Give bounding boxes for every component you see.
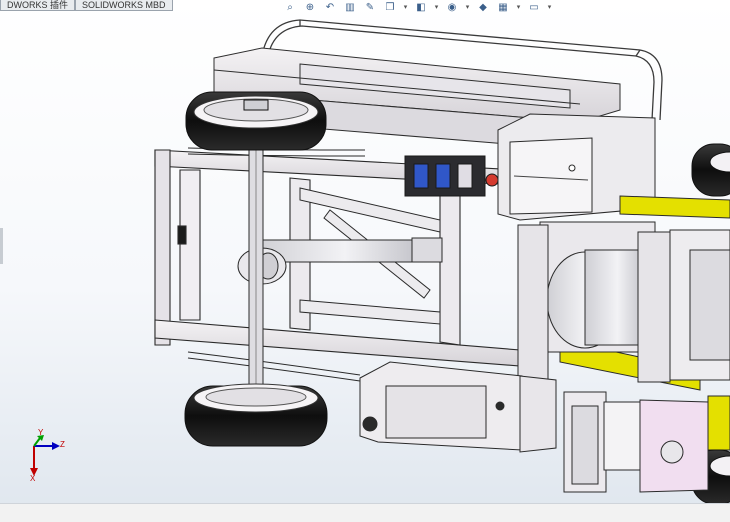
apply-scene-icon[interactable]: ▦	[495, 1, 511, 14]
rear-axle	[248, 139, 264, 409]
assembly-model	[154, 19, 730, 505]
view-settings-icon[interactable]: ▭	[526, 1, 542, 14]
right-assembly	[669, 229, 730, 381]
chevron-down-icon[interactable]: ▾	[433, 1, 440, 14]
panel-collapse-handle[interactable]	[0, 228, 3, 264]
status-bar	[0, 503, 730, 522]
section-view-icon[interactable]: ▥	[342, 1, 358, 14]
chevron-down-icon[interactable]: ▾	[402, 1, 409, 14]
valve-block	[404, 155, 499, 197]
command-manager-tabs: DWORKS 插件 SOLIDWORKS MBD	[0, 0, 173, 11]
chevron-down-icon[interactable]: ▾	[515, 1, 522, 14]
tab-solidworks-mbd[interactable]: SOLIDWORKS MBD	[75, 0, 173, 11]
tire-front-top	[691, 143, 730, 197]
chevron-down-icon[interactable]: ▾	[464, 1, 471, 14]
previous-view-icon[interactable]: ↶	[322, 1, 338, 14]
edit-appearance-icon[interactable]: ◆	[475, 1, 491, 14]
reference-triad: Y Z X	[24, 428, 70, 483]
tab-addins[interactable]: DWORKS 插件	[0, 0, 76, 11]
zoom-area-icon[interactable]: ⊕	[302, 1, 318, 14]
lower-bracket	[563, 391, 641, 493]
axis-z-label: Z	[60, 440, 65, 449]
display-style-icon[interactable]: ◧	[413, 1, 429, 14]
view-orientation-icon[interactable]: ❒	[382, 1, 398, 14]
axis-x-label: X	[30, 474, 36, 483]
dynamic-annotation-icon[interactable]: ✎	[362, 1, 378, 14]
pink-box	[639, 399, 709, 493]
heads-up-view-toolbar: ⌕ ⊕ ↶ ▥ ✎ ❒ ▾ ◧ ▾ ◉ ▾ ◆ ▦ ▾ ▭ ▾	[282, 0, 553, 14]
zoom-to-fit-icon[interactable]: ⌕	[282, 1, 298, 14]
axis-y-label: Y	[38, 428, 44, 437]
chevron-down-icon[interactable]: ▾	[546, 1, 553, 14]
tire-rear-bottom	[184, 383, 328, 447]
graphics-viewport[interactable]	[0, 0, 730, 505]
tire-rear-top	[185, 91, 327, 151]
hide-show-icon[interactable]: ◉	[444, 1, 460, 14]
